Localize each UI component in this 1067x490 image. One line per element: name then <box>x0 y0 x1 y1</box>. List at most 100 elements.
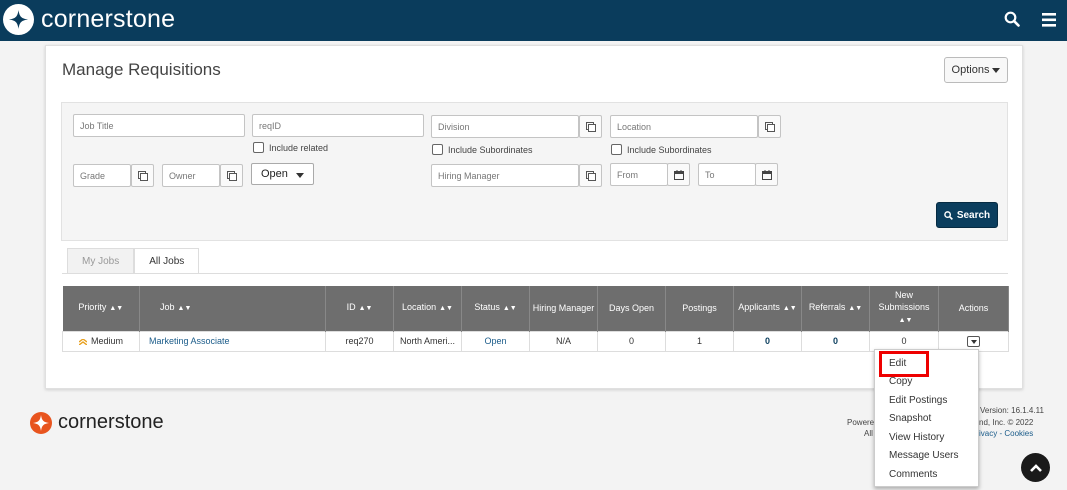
footer-version: Version: 16.1.4.11 <box>980 406 1044 415</box>
options-label: Options <box>951 64 990 76</box>
menu-item-edit-postings[interactable]: Edit Postings <box>889 395 947 406</box>
header-referrals-label: Referrals <box>808 302 846 313</box>
checkbox-box[interactable] <box>432 144 443 155</box>
menu-item-comments[interactable]: Comments <box>889 469 937 480</box>
chevron-up-icon <box>1029 463 1042 472</box>
search-button[interactable]: Search <box>936 202 998 228</box>
to-calendar-button[interactable] <box>755 163 778 186</box>
picker-icon <box>226 170 237 181</box>
hiring-manager-placeholder: Hiring Manager <box>438 170 500 181</box>
header-id[interactable]: ID ▲▼ <box>325 286 394 331</box>
footer-powered: Powere <box>847 418 875 427</box>
header-referrals[interactable]: Referrals ▲▼ <box>801 286 870 331</box>
header-postings-label: Postings <box>682 303 717 314</box>
cell-referrals[interactable]: 0 <box>801 330 870 352</box>
sort-icon: ▲▼ <box>109 305 124 313</box>
cell-status[interactable]: Open <box>461 330 530 352</box>
sort-icon: ▲▼ <box>782 305 797 313</box>
hamburger-menu-icon[interactable] <box>1042 13 1056 30</box>
search-icon[interactable] <box>1004 11 1020 30</box>
header-status-label: Status <box>474 302 500 313</box>
menu-item-snapshot[interactable]: Snapshot <box>889 413 931 424</box>
location-include-subordinates-checkbox[interactable]: Include Subordinates <box>611 144 712 155</box>
top-bar: cornerstone <box>0 0 1067 41</box>
header-job[interactable]: Job ▲▼ <box>139 286 326 331</box>
req-id-placeholder: reqID <box>259 120 282 131</box>
cell-job[interactable]: Marketing Associate <box>139 330 326 352</box>
job-title-field[interactable]: Job Title <box>73 114 245 137</box>
grade-field[interactable]: Grade <box>73 164 131 187</box>
location-placeholder: Location <box>617 121 652 132</box>
calendar-icon <box>673 169 684 180</box>
status-link[interactable]: Open <box>484 336 506 346</box>
owner-picker-button[interactable] <box>220 164 243 187</box>
search-icon <box>943 210 953 220</box>
cornerstone-logo-icon <box>30 411 52 434</box>
header-hiring-manager: Hiring Manager <box>529 286 598 331</box>
cookies-link[interactable]: Cookies <box>1004 429 1033 438</box>
job-link[interactable]: Marketing Associate <box>149 336 230 346</box>
menu-item-edit[interactable]: Edit <box>889 358 906 369</box>
menu-item-view-history[interactable]: View History <box>889 432 944 443</box>
picker-icon <box>764 121 775 132</box>
header-postings: Postings <box>665 286 734 331</box>
applicants-link[interactable]: 0 <box>765 336 770 346</box>
location-picker-button[interactable] <box>758 115 781 138</box>
from-calendar-button[interactable] <box>667 163 690 186</box>
grade-picker-button[interactable] <box>131 164 154 187</box>
sort-icon: ▲▼ <box>439 305 453 313</box>
menu-item-message-users[interactable]: Message Users <box>889 450 958 461</box>
hiring-manager-field[interactable]: Hiring Manager <box>431 164 579 187</box>
cell-applicants[interactable]: 0 <box>733 330 802 352</box>
actions-menu: Edit Copy Edit Postings Snapshot View Hi… <box>874 349 979 487</box>
header-job-label: Job <box>160 302 175 313</box>
sort-icon: ▲▼ <box>848 305 863 313</box>
brand-logo[interactable]: cornerstone <box>3 4 175 35</box>
menu-item-copy[interactable]: Copy <box>889 376 912 387</box>
actions-dropdown-button[interactable] <box>967 335 980 347</box>
options-button[interactable]: Options <box>944 57 1008 83</box>
cell-priority: Medium <box>62 330 140 352</box>
to-date-placeholder: To <box>705 169 715 180</box>
privacy-link[interactable]: ivacy <box>979 429 997 438</box>
header-status[interactable]: Status ▲▼ <box>461 286 530 331</box>
table-row: Medium Marketing Associate req270 North … <box>62 330 1009 352</box>
calendar-icon <box>761 169 772 180</box>
scroll-to-top-button[interactable] <box>1021 453 1050 482</box>
location-field[interactable]: Location <box>610 115 758 138</box>
division-picker-button[interactable] <box>579 115 602 138</box>
status-select-value: Open <box>261 168 288 180</box>
tab-my-jobs[interactable]: My Jobs <box>67 248 135 273</box>
header-applicants[interactable]: Applicants ▲▼ <box>733 286 802 331</box>
grade-placeholder: Grade <box>80 170 106 181</box>
from-date-placeholder: From <box>617 169 638 180</box>
division-field[interactable]: Division <box>431 115 579 138</box>
referrals-link[interactable]: 0 <box>833 336 838 346</box>
include-related-checkbox[interactable]: Include related <box>253 142 328 153</box>
checkbox-box[interactable] <box>253 142 264 153</box>
sort-icon: ▲▼ <box>898 317 913 325</box>
checkbox-box[interactable] <box>611 144 622 155</box>
priority-medium-icon <box>78 337 88 346</box>
header-new-submissions[interactable]: New Submissions ▲▼ <box>869 286 939 331</box>
requisitions-table: Priority ▲▼ Job ▲▼ ID ▲▼ Location ▲▼ Status ▲… <box>62 286 1009 352</box>
tab-all-jobs[interactable]: All Jobs <box>134 248 200 273</box>
status-select[interactable]: Open <box>251 163 314 185</box>
footer-links: ivacy - Cookies <box>979 429 1033 438</box>
owner-field[interactable]: Owner <box>162 164 220 187</box>
picker-icon <box>137 170 148 181</box>
req-id-field[interactable]: reqID <box>252 114 424 137</box>
filter-panel: Job Title reqID Division Location Includ… <box>61 102 1008 241</box>
hiring-manager-picker-button[interactable] <box>579 164 602 187</box>
search-button-label: Search <box>956 209 991 221</box>
cell-id: req270 <box>325 330 394 352</box>
to-date-field[interactable]: To <box>698 163 756 186</box>
header-hiring-manager-label: Hiring Manager <box>532 303 595 314</box>
header-priority[interactable]: Priority ▲▼ <box>62 286 140 331</box>
division-include-subordinates-checkbox[interactable]: Include Subordinates <box>432 144 533 155</box>
from-date-field[interactable]: From <box>610 163 668 186</box>
page-title: Manage Requisitions <box>62 60 221 79</box>
job-tabs: My Jobs All Jobs <box>67 248 200 273</box>
header-location[interactable]: Location ▲▼ <box>393 286 462 331</box>
cornerstone-logo-icon <box>3 4 34 35</box>
